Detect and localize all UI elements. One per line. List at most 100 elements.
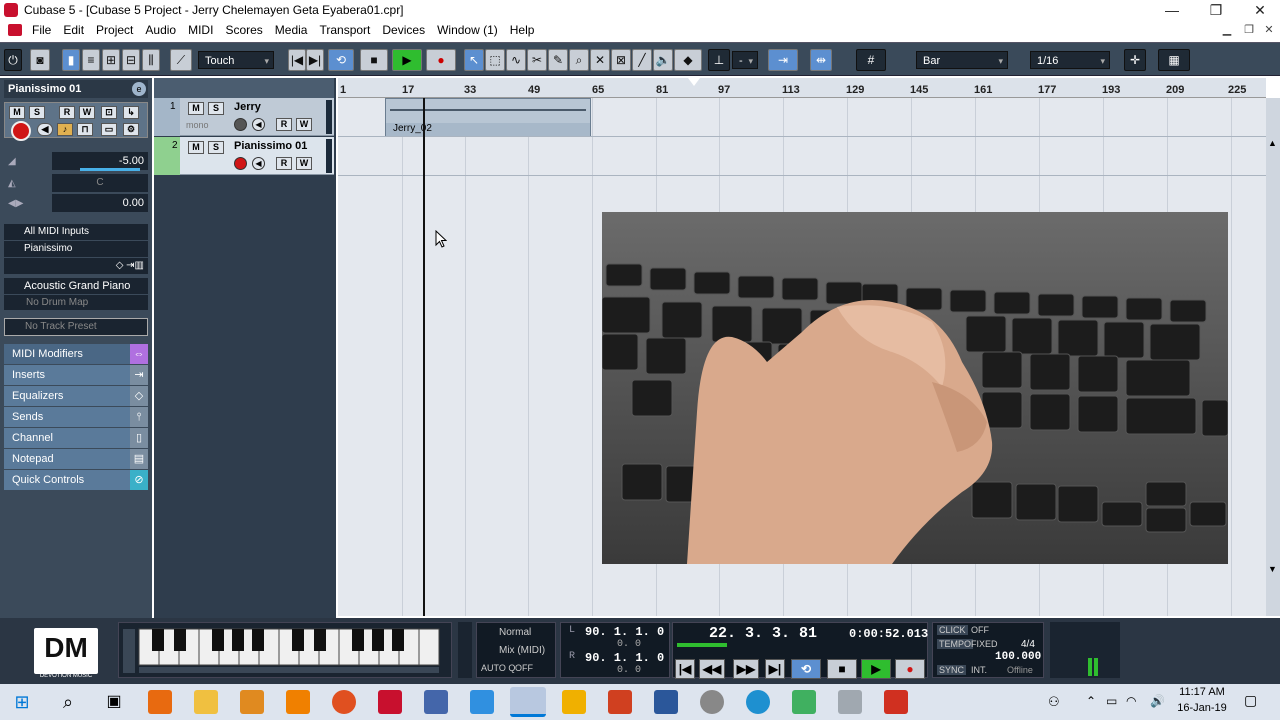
monitor-icon[interactable]: ◀ bbox=[252, 118, 265, 131]
track-preset-select[interactable]: No Track Preset bbox=[4, 318, 148, 336]
stop-button[interactable]: ■ bbox=[827, 659, 857, 679]
menu-audio[interactable]: Audio bbox=[139, 20, 182, 40]
menu-project[interactable]: Project bbox=[90, 20, 139, 40]
erase-tool-icon[interactable]: ✕ bbox=[590, 49, 610, 71]
audio-event[interactable]: Jerry_02 bbox=[385, 98, 591, 136]
wifi-icon[interactable]: ◠ bbox=[1126, 694, 1136, 708]
section-notepad[interactable]: Notepad ▤ bbox=[4, 449, 148, 469]
doc-minimize-icon[interactable]: ▁ bbox=[1216, 20, 1238, 40]
constrain-delay-icon[interactable]: ◙ bbox=[30, 49, 50, 71]
search-icon[interactable]: ⌕ bbox=[56, 690, 80, 714]
play-button[interactable]: ▶ bbox=[861, 659, 891, 679]
mute-button[interactable]: M bbox=[9, 106, 25, 119]
ruler[interactable]: 1 17 33 49 65 81 97 113 129 145 161 177 … bbox=[338, 78, 1266, 98]
file-explorer-icon[interactable] bbox=[194, 690, 218, 714]
track-name[interactable]: Pianissimo 01 bbox=[234, 140, 307, 152]
vertical-scrollbar[interactable]: ▲ ▼ bbox=[1266, 98, 1280, 616]
glue-tool-icon[interactable]: ∿ bbox=[506, 49, 526, 71]
right-locator-value[interactable]: 90. 1. 1. 0 bbox=[585, 651, 664, 665]
solo-button[interactable]: S bbox=[208, 141, 224, 154]
range-selection-tool-icon[interactable]: ⬚ bbox=[485, 49, 505, 71]
track-2[interactable]: 2 M S Pianissimo 01 ◀ R W bbox=[154, 137, 334, 175]
app-icon[interactable] bbox=[424, 690, 448, 714]
play-tool-icon[interactable]: 🔈 bbox=[653, 49, 673, 71]
show-mixer-icon[interactable]: ⫼ bbox=[142, 49, 160, 71]
doc-restore-icon[interactable]: ❐ bbox=[1238, 20, 1260, 40]
stop-button[interactable]: ■ bbox=[360, 49, 388, 71]
midi-input-select[interactable]: All MIDI Inputs bbox=[4, 224, 148, 240]
app-icon[interactable] bbox=[884, 690, 908, 714]
monitor-icon[interactable]: ◀ bbox=[252, 157, 265, 170]
go-to-end-icon[interactable]: ▶| bbox=[765, 659, 785, 679]
auto-scroll-icon[interactable]: ⇥ bbox=[768, 49, 798, 71]
virtual-keyboard[interactable] bbox=[118, 622, 452, 678]
restore-button[interactable]: ❐ bbox=[1194, 0, 1238, 20]
track-name[interactable]: Jerry bbox=[234, 101, 261, 113]
right-locator-icon[interactable]: R bbox=[569, 651, 575, 662]
people-icon[interactable]: ⚇ bbox=[1048, 694, 1060, 710]
time-base-icon[interactable]: ♪ bbox=[57, 123, 73, 136]
app-icon[interactable] bbox=[470, 690, 494, 714]
show-inspector-icon[interactable]: ▮ bbox=[62, 49, 80, 71]
split-tool-icon[interactable]: ✂ bbox=[527, 49, 547, 71]
show-overview-icon[interactable]: ⊞ bbox=[102, 49, 120, 71]
menu-midi[interactable]: MIDI bbox=[182, 20, 219, 40]
record-enable-button[interactable] bbox=[234, 118, 247, 131]
color-palette-icon[interactable]: ▦ bbox=[1158, 49, 1190, 71]
drum-map-select[interactable]: No Drum Map bbox=[4, 295, 148, 310]
media-app-icon[interactable] bbox=[240, 690, 264, 714]
zoom-tool-icon[interactable]: ⌕ bbox=[569, 49, 589, 71]
firefox-icon[interactable] bbox=[332, 690, 356, 714]
click-state[interactable]: OFF bbox=[971, 625, 989, 635]
edge-icon[interactable] bbox=[746, 690, 770, 714]
volume-icon[interactable]: 🔊 bbox=[1150, 694, 1165, 708]
record-mode-select[interactable]: Normal bbox=[499, 627, 531, 638]
record-enable-button[interactable] bbox=[234, 157, 247, 170]
menu-media[interactable]: Media bbox=[269, 20, 314, 40]
position-slider[interactable] bbox=[677, 643, 727, 647]
write-button[interactable]: W bbox=[296, 118, 312, 131]
line-tool-icon[interactable]: ╱ bbox=[632, 49, 652, 71]
show-pool-icon[interactable]: ⊟ bbox=[122, 49, 140, 71]
tempo-value[interactable]: 100.000 bbox=[995, 651, 1041, 663]
section-equalizers[interactable]: Equalizers ◇ bbox=[4, 386, 148, 406]
quantize-preset-select[interactable]: 1/16 bbox=[1030, 51, 1110, 70]
automation-icon[interactable]: ⟋ bbox=[170, 49, 192, 71]
scroll-down-icon[interactable]: ▼ bbox=[1268, 564, 1277, 574]
snap-grid-icon[interactable]: # bbox=[856, 49, 886, 71]
click-label[interactable]: CLICK bbox=[937, 625, 968, 635]
search-app-icon[interactable] bbox=[148, 690, 172, 714]
left-locator-icon[interactable]: L bbox=[569, 625, 575, 636]
monitor-button[interactable]: ◀ bbox=[37, 123, 53, 136]
menu-edit[interactable]: Edit bbox=[57, 20, 90, 40]
inserts-bypass-icon[interactable]: ▭ bbox=[101, 123, 117, 136]
acrobat-icon[interactable] bbox=[378, 690, 402, 714]
menu-help[interactable]: Help bbox=[504, 20, 541, 40]
menu-window[interactable]: Window (1) bbox=[431, 20, 504, 40]
network-icon[interactable]: ▭ bbox=[1106, 694, 1117, 708]
activate-project-icon[interactable]: ⏻ bbox=[4, 49, 22, 71]
sync-label[interactable]: SYNC bbox=[937, 665, 967, 675]
task-view-icon[interactable]: ▣ bbox=[102, 690, 126, 714]
minimize-button[interactable]: — bbox=[1150, 0, 1194, 20]
doc-close-icon[interactable]: ✕ bbox=[1258, 20, 1280, 40]
project-cursor-marker[interactable] bbox=[688, 78, 700, 86]
snap-to-crosshair-icon[interactable]: ✛ bbox=[1124, 49, 1146, 71]
app-menu-icon[interactable] bbox=[8, 24, 22, 36]
app-icon[interactable] bbox=[700, 690, 724, 714]
close-button[interactable]: ✕ bbox=[1238, 0, 1280, 20]
lanes-icon[interactable]: ↳ bbox=[123, 106, 139, 119]
read-button[interactable]: R bbox=[276, 118, 292, 131]
midi-output-select[interactable]: Pianissimo bbox=[4, 241, 148, 257]
settings-gear-icon[interactable]: ⚙ bbox=[123, 123, 139, 136]
vlc-icon[interactable] bbox=[286, 690, 310, 714]
grid-type-select[interactable]: Bar bbox=[916, 51, 1008, 70]
play-button[interactable]: ▶ bbox=[392, 49, 422, 71]
clock-date[interactable]: 16-Jan-19 bbox=[1174, 702, 1230, 714]
lock-icon[interactable]: ⊓ bbox=[77, 123, 93, 136]
write-button[interactable]: W bbox=[296, 157, 312, 170]
quantize-value-select[interactable]: - bbox=[732, 51, 758, 70]
section-channel[interactable]: Channel ▯ bbox=[4, 428, 148, 448]
delay-value[interactable]: 0.00 bbox=[52, 194, 148, 212]
go-to-start-icon[interactable]: |◀ bbox=[288, 49, 306, 71]
